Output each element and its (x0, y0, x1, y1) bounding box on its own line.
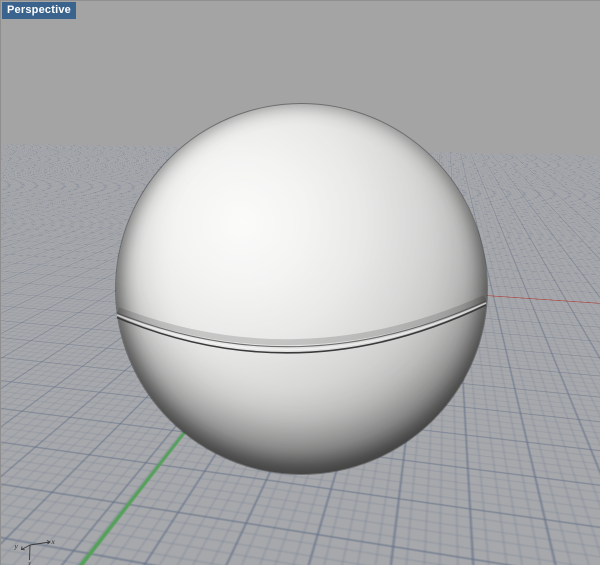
perspective-viewport[interactable]: Perspective x y z (0, 0, 600, 565)
gizmo-z-label: z (27, 559, 31, 565)
gizmo-y-arm (21, 544, 31, 550)
gizmo-x-arm (29, 541, 51, 546)
gizmo-x-label: x (51, 537, 56, 546)
viewport-title-tab[interactable]: Perspective (2, 2, 76, 19)
gizmo-y-label: y (14, 542, 19, 551)
sphere-object[interactable] (116, 104, 487, 474)
gizmo-z-arm (29, 544, 31, 561)
world-axes-gizmo: x y z (14, 537, 56, 565)
